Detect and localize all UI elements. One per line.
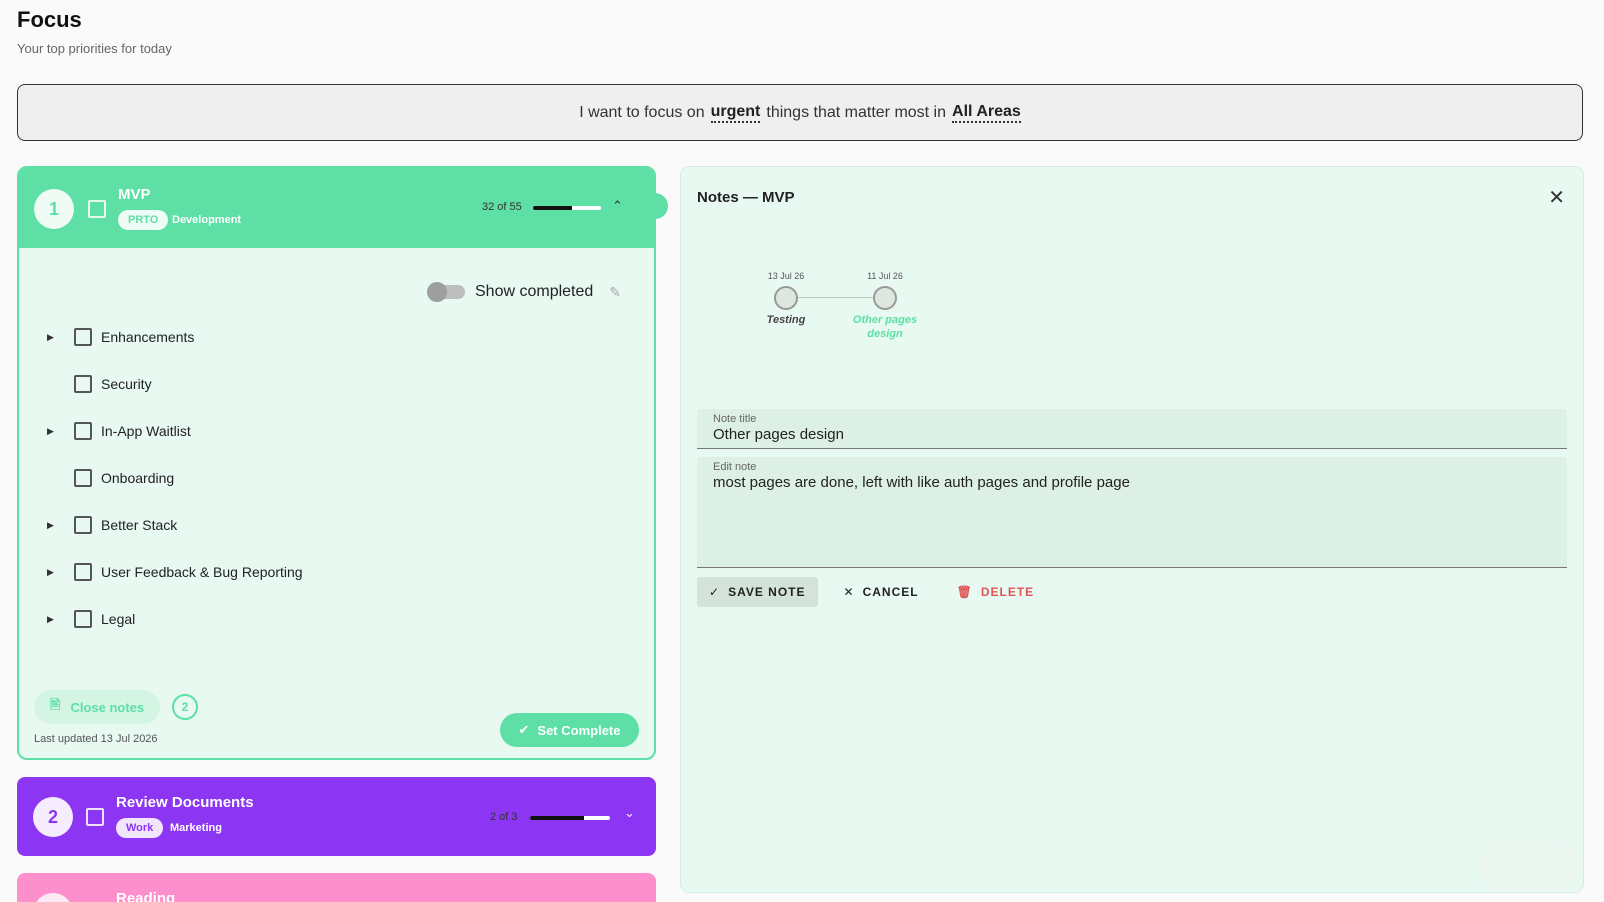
task-checkbox[interactable] xyxy=(74,422,92,440)
page-title: Focus xyxy=(17,7,82,32)
edit-note-field[interactable]: Edit note most pages are done, left with… xyxy=(697,457,1567,568)
focus-prefix: I want to focus on xyxy=(579,103,705,121)
timeline-node[interactable] xyxy=(873,286,897,310)
task-label: Better Stack xyxy=(101,517,178,533)
close-notes-label: Close notes xyxy=(70,699,145,715)
save-note-label: SAVE NOTE xyxy=(728,585,806,599)
trash-icon: 🗑 xyxy=(956,585,973,599)
urgency-selector[interactable]: urgent xyxy=(710,103,761,123)
check-circle-icon: ✔ xyxy=(518,722,530,737)
cancel-label: CANCEL xyxy=(862,585,919,599)
check-icon: ✓ xyxy=(709,585,721,599)
timeline-date: 13 Jul 26 xyxy=(767,271,805,281)
show-completed-toggle[interactable] xyxy=(427,282,465,302)
card-progress-text: 32 of 55 xyxy=(482,201,522,213)
expand-caret-icon[interactable]: ▶ xyxy=(47,426,54,437)
timeline-node[interactable] xyxy=(774,286,798,310)
collapse-chevron-icon[interactable]: ⌃ xyxy=(612,198,623,214)
note-title-label: Note title xyxy=(713,413,757,425)
task-item: ▶ Better Stack xyxy=(19,513,654,537)
timeline-label[interactable]: Testing xyxy=(746,313,826,327)
task-item: ▶ Legal xyxy=(19,607,654,631)
edit-note-value[interactable]: most pages are done, left with like auth… xyxy=(713,474,1551,491)
priority-card-review-documents[interactable]: 2 Review Documents Work Marketing 2 of 3… xyxy=(17,777,656,856)
set-complete-button[interactable]: ✔ Set Complete xyxy=(500,713,639,747)
card-connector-tab xyxy=(652,193,668,219)
timeline-date: 11 Jul 26 xyxy=(867,271,903,281)
expand-caret-icon[interactable]: ▶ xyxy=(47,332,54,343)
page-subtitle: Your top priorities for today xyxy=(17,41,172,56)
priority-number: 3 xyxy=(33,893,73,902)
save-note-button[interactable]: ✓ SAVE NOTE xyxy=(697,577,818,607)
task-label: In-App Waitlist xyxy=(101,423,191,439)
task-checkbox[interactable] xyxy=(74,610,92,628)
card-title: MVP xyxy=(118,186,151,203)
set-complete-label: Set Complete xyxy=(537,722,621,738)
expand-caret-icon[interactable]: ▶ xyxy=(47,567,54,578)
floating-action-shadow xyxy=(1480,840,1580,890)
edit-pencil-icon[interactable]: ✎ xyxy=(609,284,621,301)
note-actions: ✓ SAVE NOTE ✕ CANCEL 🗑 DELETE xyxy=(697,577,1046,607)
notes-panel-title: Notes — MVP xyxy=(697,189,795,206)
card-tag: PRTO xyxy=(118,210,169,230)
task-label: Legal xyxy=(101,611,136,627)
notes-count-badge: 2 xyxy=(172,694,198,720)
card-area: Development xyxy=(172,214,242,226)
task-label: Security xyxy=(101,376,152,392)
notes-icon: 🖹 xyxy=(50,697,61,712)
note-title-field[interactable]: Note title Other pages design xyxy=(697,409,1567,449)
delete-button[interactable]: 🗑 DELETE xyxy=(945,577,1047,607)
last-updated-text: Last updated 13 Jul 2026 xyxy=(34,733,158,745)
task-checkbox[interactable] xyxy=(74,328,92,346)
close-notes-button[interactable]: 🖹 Close notes xyxy=(34,690,161,724)
cancel-button[interactable]: ✕ CANCEL xyxy=(832,577,931,607)
expand-caret-icon[interactable]: ▶ xyxy=(47,614,54,625)
card-title: Review Documents xyxy=(116,794,254,811)
card-area: Marketing xyxy=(170,822,222,834)
expand-chevron-icon[interactable]: ⌄ xyxy=(624,805,635,821)
task-item: Onboarding xyxy=(19,466,654,490)
task-item: ▶ User Feedback & Bug Reporting xyxy=(19,560,654,584)
card-progress-bar xyxy=(530,816,610,820)
priority-card-mvp: 1 MVP PRTO Development 32 of 55 ⌃ Show c… xyxy=(17,166,656,760)
card-header[interactable]: 1 MVP PRTO Development 32 of 55 ⌃ xyxy=(19,168,654,248)
task-item: ▶ In-App Waitlist xyxy=(19,419,654,443)
x-icon: ✕ xyxy=(843,585,855,599)
card-complete-checkbox[interactable] xyxy=(86,808,104,826)
priority-number: 1 xyxy=(34,189,74,229)
area-selector[interactable]: All Areas xyxy=(952,103,1021,123)
task-checkbox[interactable] xyxy=(74,469,92,487)
priority-number: 2 xyxy=(33,797,73,837)
card-title: Reading xyxy=(116,890,176,902)
focus-statement-bar: I want to focus on urgent things that ma… xyxy=(17,84,1583,141)
task-label: Enhancements xyxy=(101,329,195,345)
timeline-line xyxy=(787,297,885,298)
close-icon[interactable]: ✕ xyxy=(1548,185,1565,210)
card-tag: Work xyxy=(116,818,164,838)
priority-card-reading[interactable]: 3 Reading xyxy=(17,873,656,902)
card-progress-fill xyxy=(530,816,584,820)
task-checkbox[interactable] xyxy=(74,516,92,534)
card-progress-bar xyxy=(533,206,601,210)
show-completed-label: Show completed xyxy=(475,283,594,300)
task-checkbox[interactable] xyxy=(74,563,92,581)
show-completed-toggle-row: Show completed ✎ xyxy=(427,282,621,302)
task-label: User Feedback & Bug Reporting xyxy=(101,564,303,580)
task-label: Onboarding xyxy=(101,470,175,486)
edit-note-label: Edit note xyxy=(713,461,757,473)
notes-panel: Notes — MVP ✕ 13 Jul 26 Testing 11 Jul 2… xyxy=(680,166,1584,893)
card-progress-text: 2 of 3 xyxy=(490,811,518,823)
task-item: Security xyxy=(19,372,654,396)
delete-label: DELETE xyxy=(980,585,1035,599)
expand-caret-icon[interactable]: ▶ xyxy=(47,520,54,531)
focus-middle: things that matter most in xyxy=(766,103,947,121)
task-checkbox[interactable] xyxy=(74,375,92,393)
card-progress-fill xyxy=(533,206,573,210)
note-title-value[interactable]: Other pages design xyxy=(713,426,1551,443)
card-complete-checkbox[interactable] xyxy=(88,200,106,218)
timeline-label[interactable]: Other pages design xyxy=(845,313,925,341)
task-item: ▶ Enhancements xyxy=(19,325,654,349)
